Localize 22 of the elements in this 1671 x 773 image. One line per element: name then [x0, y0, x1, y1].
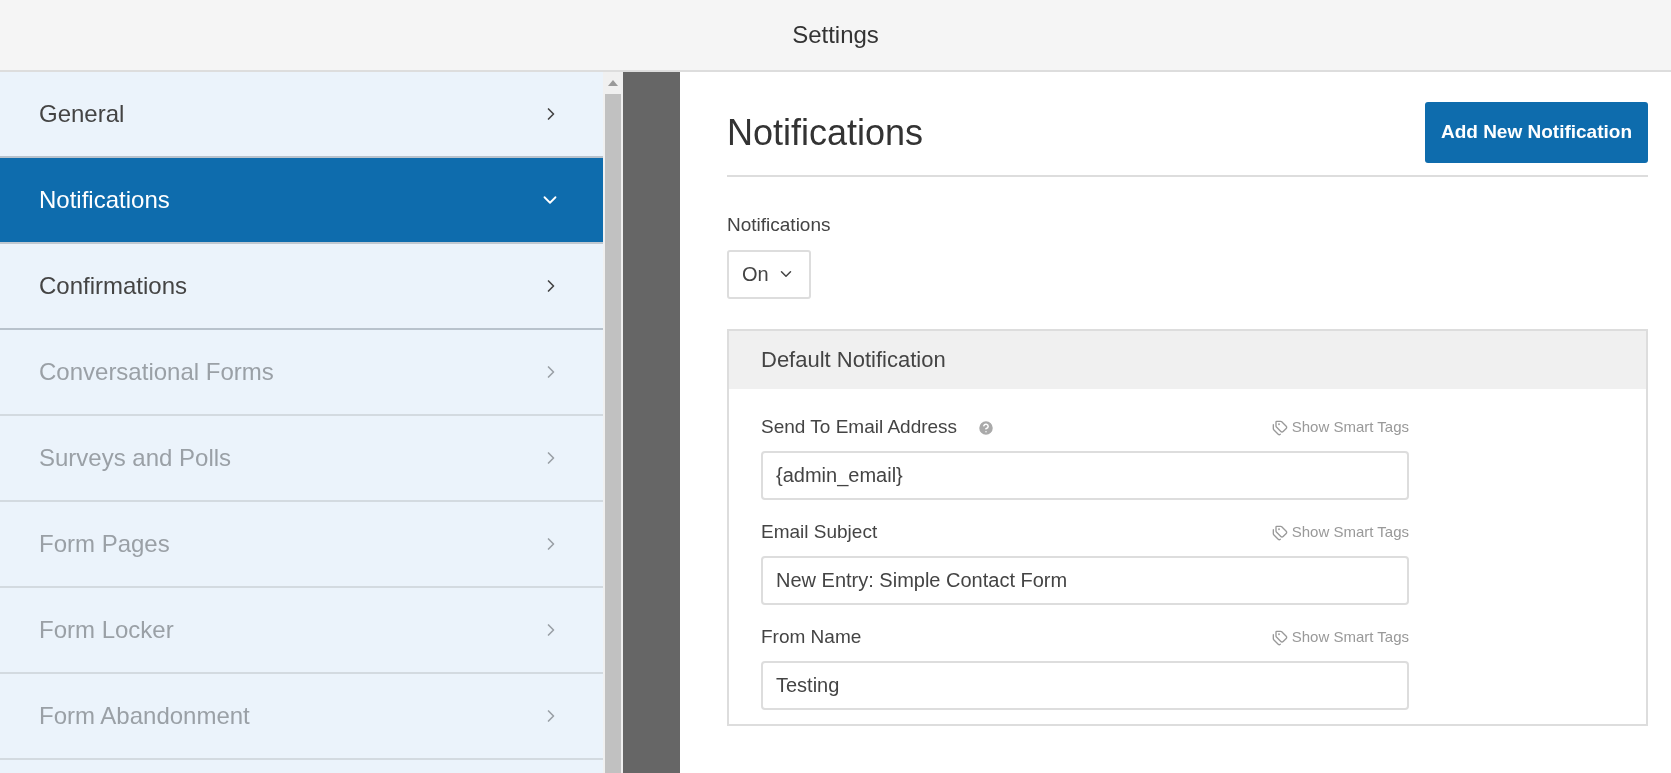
sidebar-item[interactable]: Notifications: [0, 158, 603, 244]
input-field[interactable]: Testing: [761, 660, 1409, 710]
field-label: Notifications: [727, 213, 832, 237]
window-title: Settings: [792, 20, 879, 50]
tags-icon: [1271, 419, 1288, 436]
scrollbar-thumb[interactable]: [605, 94, 621, 773]
scroll-up-icon[interactable]: [608, 80, 618, 86]
add-notification-button[interactable]: Add New Notification: [1424, 102, 1648, 163]
tags-icon: [1271, 629, 1288, 646]
smart-tags-link[interactable]: Show Smart Tags: [1271, 626, 1409, 649]
page-heading: Notifications: [727, 110, 924, 155]
smart-tags-link[interactable]: Show Smart Tags: [1271, 416, 1409, 439]
smart-tags-link[interactable]: Show Smart Tags: [1271, 521, 1409, 544]
panel-title: Default Notification: [761, 346, 946, 374]
field-label: Send To Email Address: [761, 415, 958, 440]
field-label: From Name: [761, 625, 862, 650]
input-field[interactable]: New Entry: Simple Contact Form: [761, 555, 1409, 605]
help-icon[interactable]: [977, 418, 996, 437]
field-label: Email Subject: [761, 520, 878, 545]
input-field[interactable]: {admin_email}: [761, 450, 1409, 500]
tags-icon: [1271, 524, 1288, 541]
notifications-select[interactable]: On: [727, 249, 811, 299]
